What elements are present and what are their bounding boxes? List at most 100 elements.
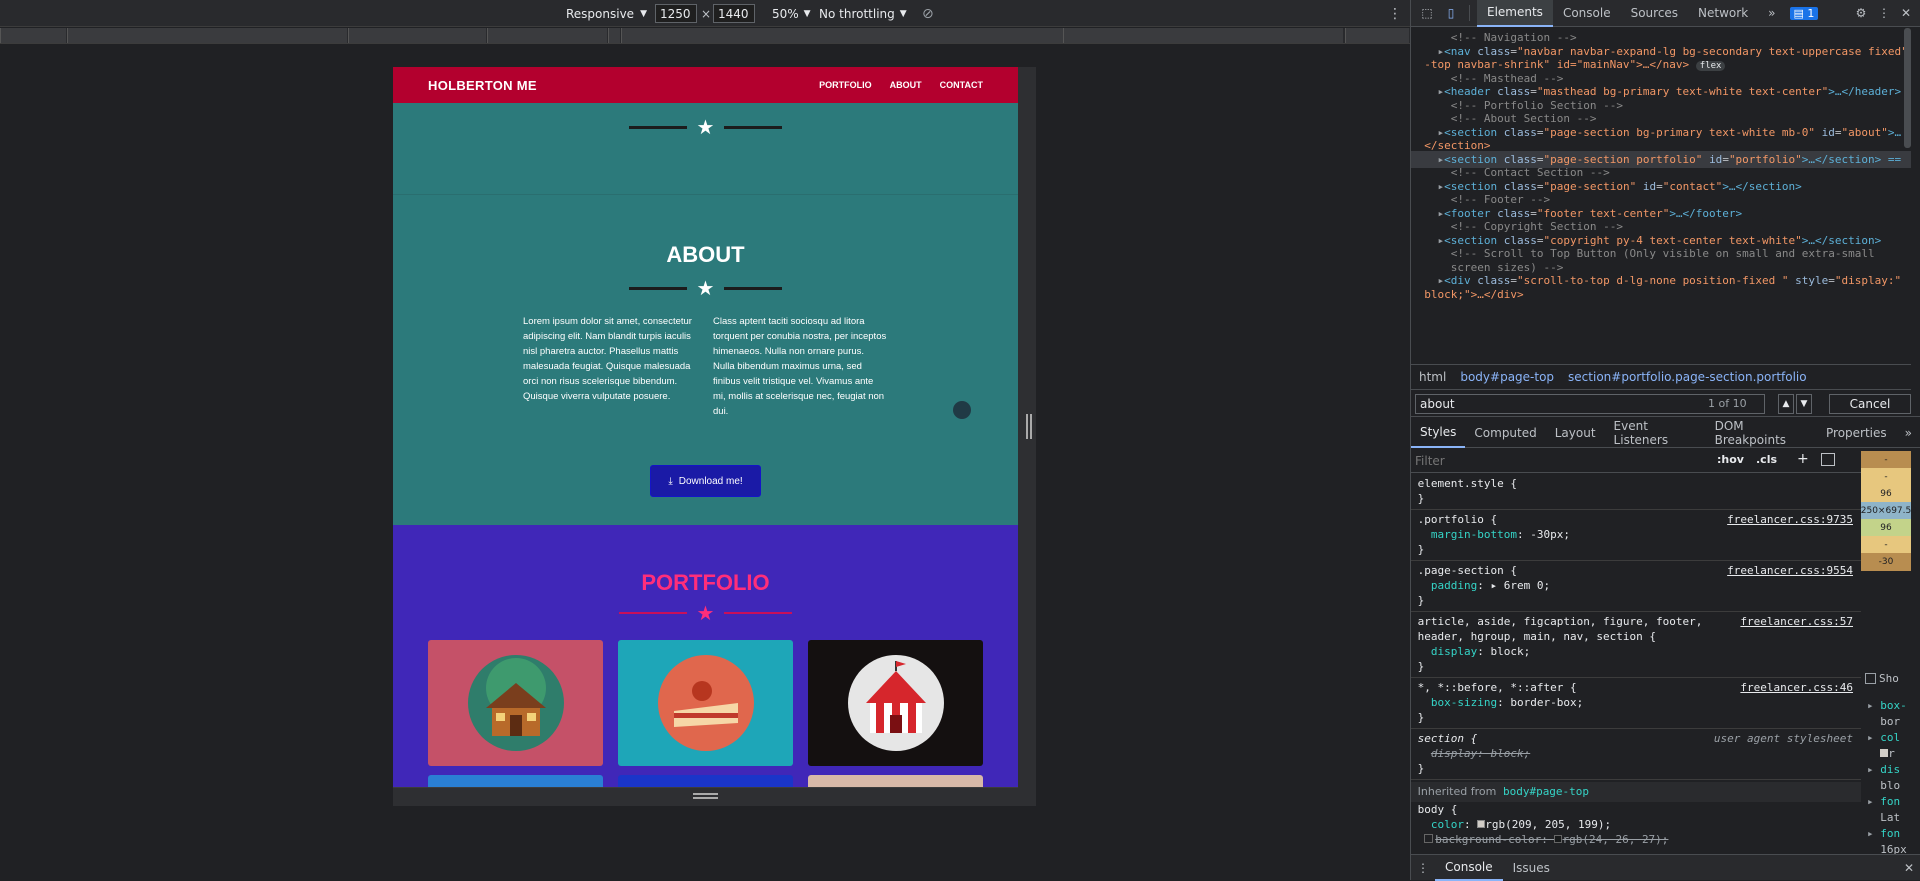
box-model-value[interactable]: 96 [1861,519,1911,537]
rule-separator [1411,728,1861,729]
portfolio-title: PORTFOLIO [641,570,770,595]
cls-button[interactable]: .cls [1756,453,1777,466]
star-icon: ★ [696,601,715,625]
height-input[interactable] [713,4,755,23]
new-rule-icon[interactable]: + [1797,451,1809,467]
box-model-value[interactable]: -30 [1861,553,1911,571]
more-options-icon[interactable]: ⋮ [1873,6,1895,20]
drawer-menu-icon[interactable]: ⋮ [1411,861,1435,875]
portfolio-card-6[interactable] [808,775,983,787]
find-prev-icon[interactable]: ▲ [1778,394,1794,414]
zoom-select[interactable]: 50% ▼ [772,0,811,27]
close-icon[interactable]: ✕ [1895,6,1917,20]
inspect-element-icon[interactable]: ⬚ [1415,6,1439,20]
about-divider: ★ [393,278,1018,298]
devtools-panel: ⬚ ▯ Elements Console Sources Network » ▤… [1410,0,1920,881]
resize-handle-right[interactable] [1018,67,1036,806]
hov-button[interactable]: :hov [1717,453,1744,466]
site-brand[interactable]: HOLBERTON ME [428,78,537,93]
rotate-icon[interactable]: ⊘ [922,0,934,27]
style-rule-selector[interactable]: section {user agent stylesheet [1411,731,1861,746]
box-model-value[interactable]: - [1861,451,1911,469]
portfolio-divider: ★ [393,603,1018,623]
issues-badge[interactable]: ▤ 1 [1789,6,1819,20]
style-declaration[interactable]: padding: ▸ 6rem 0; [1411,578,1861,593]
crumb-body[interactable]: body#page-top [1460,370,1554,384]
tab-console[interactable]: Console [1553,0,1621,27]
throttling-select[interactable]: No throttling ▼ [819,0,907,27]
styles-subtabs: Styles Computed Layout Event Listeners D… [1411,418,1920,448]
close-drawer-icon[interactable]: ✕ [1897,861,1920,875]
rule-separator [1411,779,1861,780]
tab-dom-breakpoints[interactable]: DOM Breakpoints [1706,418,1817,448]
about-section: ABOUT ★ Lorem ipsum dolor sit amet, cons… [393,195,1018,525]
drawer-bar: ⋮ Console Issues ✕ [1411,854,1920,881]
style-rule-selector[interactable]: element.style { [1411,476,1861,491]
style-declaration[interactable]: margin-bottom: -30px; [1411,527,1861,542]
box-model-value[interactable]: - [1861,468,1911,486]
style-rule-selector[interactable]: .page-section {freelancer.css:9554 [1411,563,1861,578]
settings-gear-icon[interactable]: ⚙ [1849,6,1873,20]
device-toggle-icon[interactable]: ▯ [1439,6,1463,20]
issues-count: 1 [1807,6,1815,20]
drawer-tab-issues[interactable]: Issues [1503,861,1560,875]
find-next-icon[interactable]: ▼ [1796,394,1812,414]
style-rule-selector[interactable]: article, aside, figcaption, figure, foot… [1411,614,1861,629]
nav-link-about[interactable]: ABOUT [890,80,922,90]
portfolio-card-circus[interactable] [808,640,983,766]
portfolio-card-cabin[interactable] [428,640,603,766]
toggle-sidebar-icon[interactable] [1821,453,1835,466]
rule-separator [1411,611,1861,612]
tab-network[interactable]: Network [1688,0,1758,27]
portfolio-card-4[interactable] [428,775,603,787]
drawer-tab-console[interactable]: Console [1435,855,1503,881]
style-declaration[interactable]: box-sizing: border-box; [1411,695,1861,710]
more-options-icon[interactable]: ⋮ [1388,0,1402,27]
style-rule-close: } [1411,492,1425,505]
dom-node-line: block;">…</div> [1424,287,1524,301]
cabin-icon [467,655,564,751]
resize-handle-bottom[interactable] [393,787,1018,806]
cancel-button[interactable]: Cancel [1829,394,1911,414]
nav-link-portfolio[interactable]: PORTFOLIO [819,80,872,90]
style-declaration[interactable]: color: rgb(209, 205, 199); [1411,817,1861,832]
show-all-label: Sho [1879,672,1899,685]
box-model-value[interactable]: 1250×697.53 [1861,502,1917,520]
crumb-section[interactable]: section#portfolio.page-section.portfolio [1568,370,1807,384]
style-rule-selector[interactable]: body {</span> [1411,802,1861,817]
box-model-value[interactable]: - [1861,536,1911,554]
style-rule-selector[interactable]: header, hgroup, main, nav, section { [1411,629,1861,644]
device-select[interactable]: Responsive ▼ [566,0,647,27]
tab-styles[interactable]: Styles [1411,418,1466,448]
dom-scrollbar[interactable] [1904,28,1911,148]
style-declaration[interactable]: display: block; [1411,644,1861,659]
style-rule-selector[interactable]: *, *::before, *::after {freelancer.css:4… [1411,680,1861,695]
box-model-value[interactable]: 96 [1861,485,1911,503]
style-declaration[interactable]: background-color: rgb(24, 26, 27); [1411,832,1861,847]
style-rule-selector[interactable]: .portfolio {freelancer.css:9735 [1411,512,1861,527]
tab-properties[interactable]: Properties [1817,418,1896,448]
crumb-html[interactable]: html [1419,370,1446,384]
portfolio-card-5[interactable] [618,775,793,787]
nav-link-contact[interactable]: CONTACT [940,80,983,90]
cake-icon [657,655,754,751]
tab-computed[interactable]: Computed [1465,418,1545,448]
style-rule-close: } [1411,762,1425,775]
more-tabs-icon[interactable]: » [1758,0,1785,27]
tab-layout[interactable]: Layout [1546,418,1605,448]
portfolio-card-cake[interactable] [618,640,793,766]
style-declaration[interactable]: display: block; [1411,746,1861,761]
throttling-label: No throttling [819,6,895,21]
scroll-to-top-button[interactable] [953,401,971,419]
styles-filter-input[interactable] [1415,450,1715,471]
about-title: ABOUT [666,242,745,267]
tab-sources[interactable]: Sources [1621,0,1688,27]
width-input[interactable] [655,4,697,23]
show-all-checkbox[interactable] [1865,673,1876,684]
more-subtabs-icon[interactable]: » [1896,418,1920,448]
tab-event-listeners[interactable]: Event Listeners [1605,418,1706,448]
about-text-left: Lorem ipsum dolor sit amet, consectetur … [523,316,692,402]
rule-separator [1411,509,1861,510]
download-button[interactable]: ⤓ Download me! [650,465,761,497]
tab-elements[interactable]: Elements [1477,0,1553,27]
